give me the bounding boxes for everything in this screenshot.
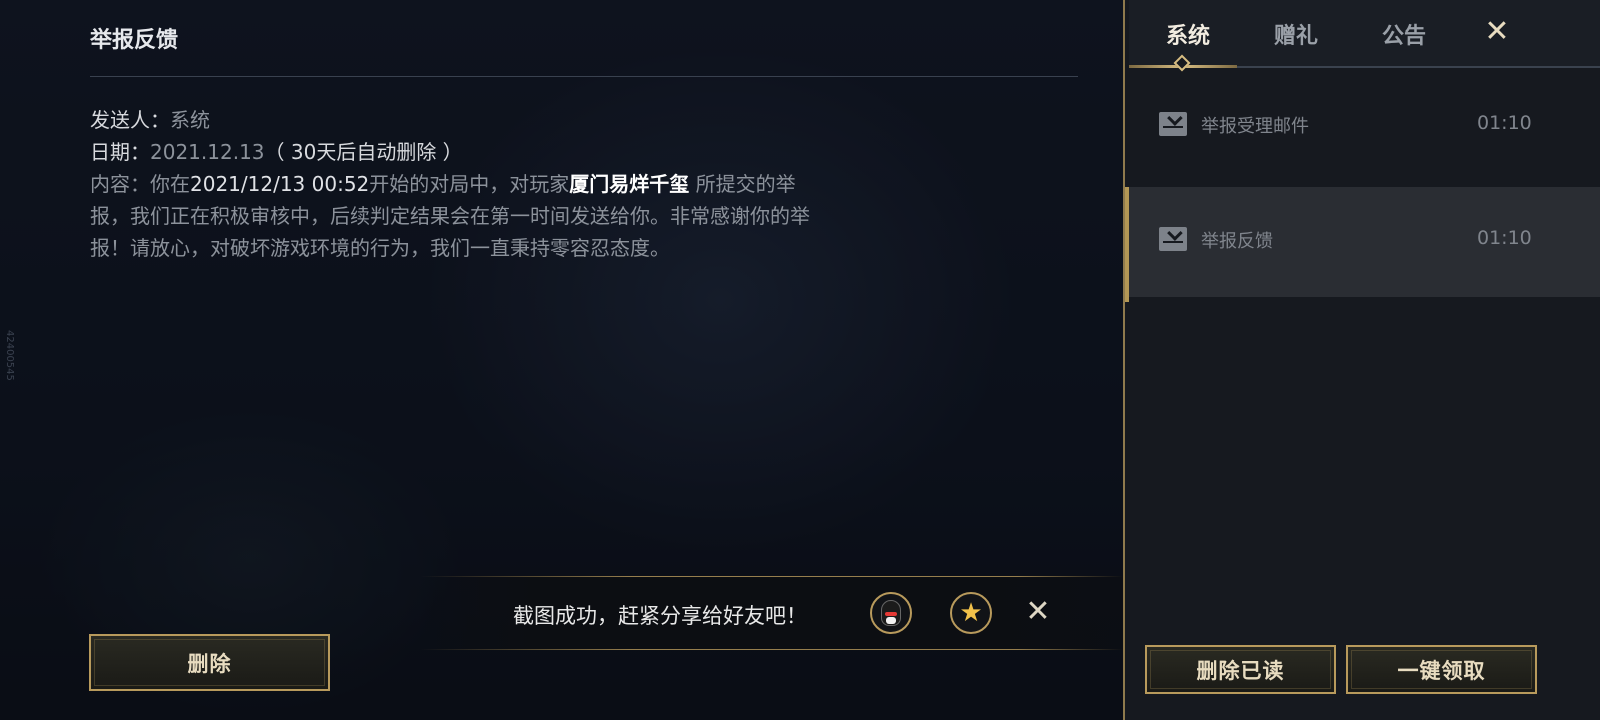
auto-delete-note: （ 30天后自动删除 ） (264, 140, 463, 164)
tab-notice[interactable]: 公告 (1382, 18, 1426, 50)
mail-title: 举报反馈 (90, 28, 179, 53)
mail-body: 内容：你在2021/12/13 00:52开始的对局中，对玩家厦门易烊千玺 所提… (90, 168, 810, 264)
mail-item-subject: 举报受理邮件 (1201, 116, 1309, 137)
claim-all-button[interactable]: 一键领取 (1346, 645, 1537, 694)
date-label: 日期： (90, 140, 150, 164)
share-qq-button[interactable] (870, 592, 912, 634)
sender-value: 系统 (170, 108, 210, 132)
mail-item-time: 01:10 (1477, 112, 1532, 134)
date-value: 2021.12.13 (150, 140, 265, 164)
mail-date: 日期：2021.12.13（ 30天后自动删除 ） (90, 136, 463, 165)
toast-close-icon[interactable]: ✕ (1020, 594, 1056, 630)
share-star-button[interactable]: ★ (950, 592, 992, 634)
close-icon[interactable]: ✕ (1479, 14, 1515, 50)
selection-bar (1125, 187, 1129, 302)
mail-item-subject: 举报反馈 (1201, 231, 1273, 252)
title-divider (90, 76, 1078, 77)
mail-icon (1159, 227, 1187, 251)
edge-watermark: 42400545 (4, 330, 15, 381)
reported-player-name: 厦门易烊千玺 (569, 172, 690, 196)
mail-tabs: 系统 赠礼 公告 ✕ (1129, 0, 1600, 68)
screenshot-toast: 截图成功，赶紧分享给好友吧！ ★ ✕ (420, 576, 1123, 650)
mail-sender: 发送人：系统 (90, 104, 210, 133)
match-time: 2021/12/13 00:52 (190, 172, 370, 196)
delete-read-button[interactable]: 删除已读 (1145, 645, 1336, 694)
mail-list-item-selected[interactable]: 举报反馈 01:10 (1125, 187, 1600, 302)
body-mid: 开始的对局中，对玩家 (369, 172, 570, 196)
tab-gift[interactable]: 赠礼 (1274, 18, 1318, 50)
qq-penguin-icon (881, 600, 901, 626)
body-prefix: 内容：你在 (90, 172, 190, 196)
mail-list-item[interactable]: 举报受理邮件 01:10 (1125, 72, 1600, 182)
delete-mail-button[interactable]: 删除 (89, 634, 330, 691)
mail-list-panel: 系统 赠礼 公告 ✕ 举报受理邮件 01:10 举报反馈 01:10 删除已读 … (1123, 0, 1600, 720)
sender-label: 发送人： (90, 108, 170, 132)
toast-message: 截图成功，赶紧分享给好友吧！ (513, 604, 807, 628)
tab-system[interactable]: 系统 (1166, 18, 1210, 50)
mail-icon (1159, 112, 1187, 136)
star-icon: ★ (959, 598, 983, 628)
mail-item-time: 01:10 (1477, 227, 1532, 249)
